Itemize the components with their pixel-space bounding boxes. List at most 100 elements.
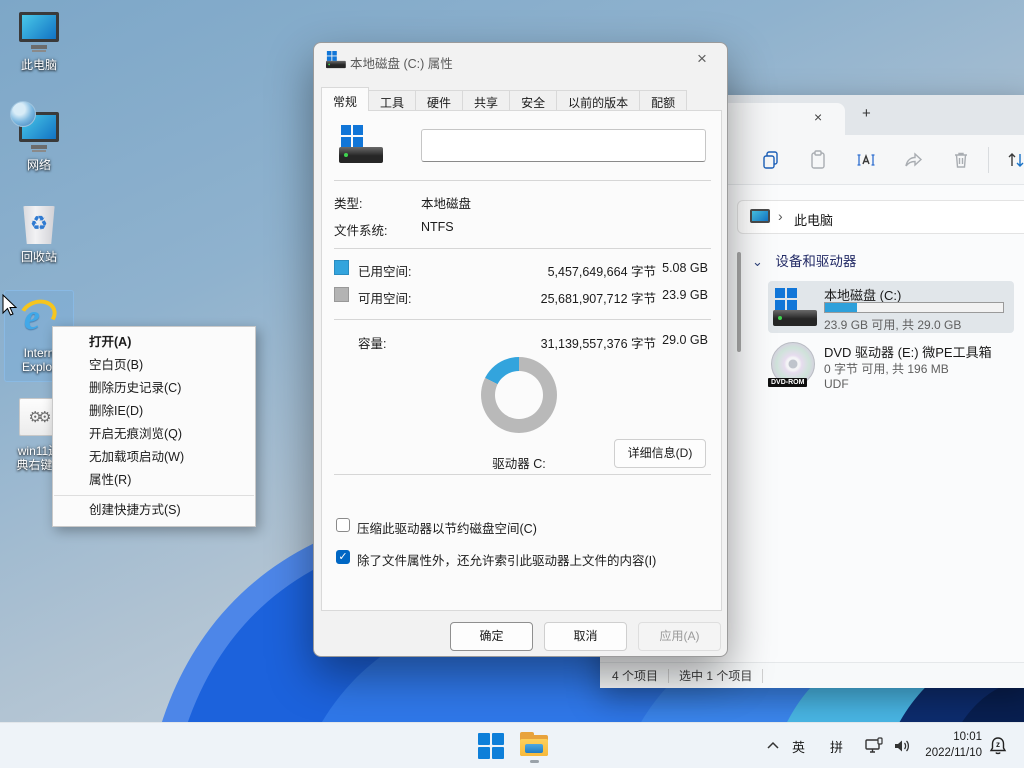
menu-item-delete-history[interactable]: 删除历史记录(C) — [53, 377, 255, 400]
separator — [334, 474, 711, 475]
used-space-size: 5.08 GB — [654, 261, 708, 275]
tab-previous-versions[interactable]: 以前的版本 — [557, 90, 640, 111]
section-title: 设备和驱动器 — [775, 254, 856, 269]
file-explorer-taskbar-button[interactable] — [520, 732, 548, 756]
section-devices-drives[interactable]: ⌄ 设备和驱动器 — [752, 250, 856, 271]
apply-button[interactable]: 应用(A) — [638, 622, 721, 651]
recycle-glyph: ♻ — [22, 211, 56, 237]
type-value: 本地磁盘 — [421, 193, 471, 212]
ime-pinyin-indicator[interactable]: 拼 — [830, 737, 843, 756]
compress-checkbox-label: 压缩此驱动器以节约磁盘空间(C) — [357, 518, 537, 537]
icon-label: 回收站 — [0, 250, 78, 264]
menu-item-inprivate[interactable]: 开启无痕浏览(Q) — [53, 423, 255, 446]
recycle-bin-icon: ♻ — [22, 206, 56, 244]
status-divider — [668, 669, 669, 683]
menu-item-open[interactable]: 打开(A) — [53, 331, 255, 354]
paste-icon[interactable] — [807, 149, 829, 171]
disk-properties-dialog: 本地磁盘 (C:) 属性 × 常规 工具 硬件 共享 安全 以前的版本 配额 类… — [313, 42, 728, 657]
address-bar[interactable]: › 此电脑 — [737, 200, 1024, 234]
desktop-icon-this-pc[interactable]: 此电脑 — [0, 12, 78, 72]
breadcrumb[interactable]: 此电脑 — [794, 210, 833, 229]
menu-item-create-shortcut[interactable]: 创建快捷方式(S) — [53, 499, 255, 522]
drive-e-name: DVD 驱动器 (E:) 微PE工具箱 — [824, 342, 992, 361]
cancel-button[interactable]: 取消 — [544, 622, 627, 651]
close-icon[interactable]: × — [691, 49, 713, 69]
network-icon — [19, 112, 59, 142]
disk-usage-donut-chart — [481, 357, 557, 433]
capacity-bytes: 31,139,557,376 字节 — [474, 333, 656, 352]
desktop-icon-recycle-bin[interactable]: ♻ 回收站 — [0, 206, 78, 264]
tab-close-icon[interactable]: × — [814, 109, 822, 125]
breadcrumb-chevron-icon: › — [778, 208, 783, 224]
drive-c-info: 23.9 GB 可用, 共 29.0 GB — [824, 316, 961, 333]
this-pc-small-icon — [750, 209, 770, 223]
new-tab-icon[interactable]: + — [862, 105, 871, 122]
used-space-bytes: 5,457,649,664 字节 — [474, 261, 656, 280]
drive-caption: 驱动器 C: — [464, 453, 574, 472]
used-space-label: 已用空间: — [358, 261, 411, 280]
index-checkbox[interactable]: ✓ — [336, 550, 350, 564]
dialog-title: 本地磁盘 (C:) 属性 — [350, 53, 453, 72]
capacity-size: 29.0 GB — [654, 333, 708, 347]
delete-icon[interactable] — [950, 149, 972, 171]
free-space-size: 23.9 GB — [654, 288, 708, 302]
network-tray-icon[interactable] — [864, 737, 886, 755]
ok-button[interactable]: 确定 — [450, 622, 533, 651]
status-divider — [762, 669, 763, 683]
menu-separator — [54, 495, 254, 496]
free-space-label: 可用空间: — [358, 288, 411, 307]
notification-bell-icon[interactable]: z — [988, 735, 1008, 757]
volume-drive-icon — [339, 125, 383, 163]
tab-security[interactable]: 安全 — [510, 90, 557, 111]
mouse-cursor — [1, 294, 17, 318]
separator — [334, 180, 711, 181]
context-menu: 打开(A) 空白页(B) 删除历史记录(C) 删除IE(D) 开启无痕浏览(Q)… — [52, 326, 256, 527]
details-button[interactable]: 详细信息(D) — [614, 439, 706, 468]
drive-c-icon — [773, 288, 817, 326]
drive-c-row[interactable]: 本地磁盘 (C:) 23.9 GB 可用, 共 29.0 GB — [768, 281, 1014, 333]
dialog-title-icon — [326, 51, 346, 68]
toolbar-divider — [988, 147, 989, 173]
dialog-tabs: 常规 工具 硬件 共享 安全 以前的版本 配额 — [321, 87, 687, 111]
menu-item-no-addons[interactable]: 无加载项启动(W) — [53, 446, 255, 469]
tab-quota[interactable]: 配额 — [640, 90, 687, 111]
tray-chevron-up-icon[interactable] — [766, 740, 780, 750]
copy-icon[interactable] — [760, 149, 782, 171]
capacity-label: 容量: — [358, 333, 386, 352]
icon-label: 网络 — [0, 158, 78, 172]
ime-language-indicator[interactable]: 英 — [792, 737, 805, 756]
used-space-swatch — [334, 260, 349, 275]
menu-item-delete-ie[interactable]: 删除IE(D) — [53, 400, 255, 423]
tab-general[interactable]: 常规 — [321, 87, 369, 111]
bell-z-glyph: z — [996, 740, 1000, 749]
drive-e-row[interactable]: DVD-ROM DVD 驱动器 (E:) 微PE工具箱 0 字节 可用, 共 1… — [768, 339, 1014, 395]
tab-tools[interactable]: 工具 — [369, 90, 416, 111]
nav-scrollbar[interactable] — [737, 252, 741, 352]
type-label: 类型: — [334, 193, 362, 212]
sort-icon[interactable] — [1005, 149, 1024, 171]
this-pc-icon — [19, 12, 59, 42]
taskbar-clock[interactable]: 10:01 2022/11/10 — [912, 729, 982, 761]
explorer-status-bar: 4 个项目 选中 1 个项目 — [600, 662, 1024, 688]
filesystem-value: NTFS — [421, 220, 454, 234]
share-icon[interactable] — [902, 149, 924, 171]
menu-item-properties[interactable]: 属性(R) — [53, 469, 255, 492]
status-item-count: 4 个项目 — [612, 667, 658, 684]
clock-date: 2022/11/10 — [912, 745, 982, 761]
volume-label-input[interactable] — [421, 129, 706, 162]
rename-icon[interactable] — [855, 149, 877, 171]
compress-checkbox[interactable] — [336, 518, 350, 532]
free-space-swatch — [334, 287, 349, 302]
chevron-down-icon: ⌄ — [752, 254, 763, 269]
tab-hardware[interactable]: 硬件 — [416, 90, 463, 111]
menu-item-blank-page[interactable]: 空白页(B) — [53, 354, 255, 377]
desktop-icon-network[interactable]: 网络 — [0, 102, 78, 172]
clock-time: 10:01 — [912, 729, 982, 745]
start-button[interactable] — [478, 733, 504, 759]
separator — [334, 248, 711, 249]
filesystem-label: 文件系统: — [334, 220, 387, 239]
icon-label: 此电脑 — [0, 58, 78, 72]
drive-c-usage-bar — [824, 302, 1004, 313]
free-space-bytes: 25,681,907,712 字节 — [474, 288, 656, 307]
tab-sharing[interactable]: 共享 — [463, 90, 510, 111]
